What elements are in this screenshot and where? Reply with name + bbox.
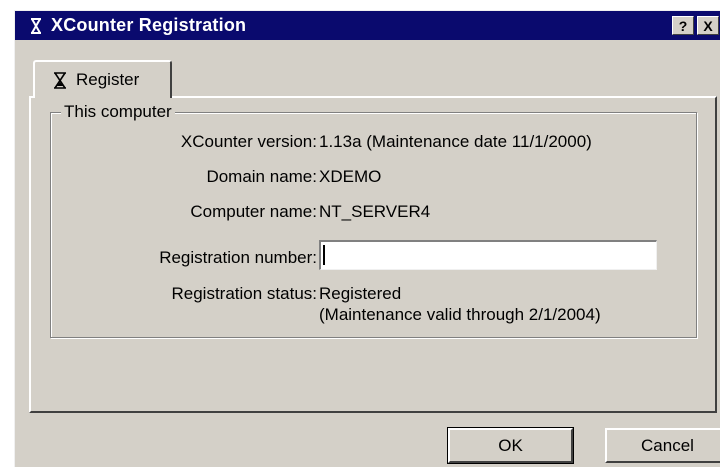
registration-number-label: Registration number: <box>159 248 317 267</box>
registration-dialog: XCounter Registration ? X Register This … <box>14 10 720 467</box>
version-label: XCounter version: <box>180 132 317 151</box>
ok-button[interactable]: OK <box>447 427 574 464</box>
tab-panel: This computer XCounter version: 1.13a (M… <box>29 96 717 413</box>
version-value: 1.13a (Maintenance date 11/1/2000) <box>319 132 592 151</box>
registration-number-input[interactable] <box>319 240 657 270</box>
hourglass-icon <box>29 17 43 35</box>
group-title: This computer <box>61 102 175 122</box>
tab-register[interactable]: Register <box>33 60 172 98</box>
window-title: XCounter Registration <box>51 15 247 35</box>
domain-value: XDEMO <box>319 167 382 186</box>
cancel-button[interactable]: Cancel <box>605 428 720 463</box>
registration-status-value: Registered <box>319 284 402 303</box>
tab-register-label: Register <box>76 70 140 89</box>
hourglass-icon <box>53 71 67 89</box>
help-button[interactable]: ? <box>672 16 694 35</box>
title-bar[interactable]: XCounter Registration ? X <box>15 11 720 40</box>
domain-label: Domain name: <box>206 167 317 186</box>
maintenance-valid-value: (Maintenance valid through 2/1/2004) <box>319 305 601 324</box>
computer-name-value: NT_SERVER4 <box>319 202 431 221</box>
registration-status-label: Registration status: <box>171 284 317 303</box>
computer-name-label: Computer name: <box>190 202 317 221</box>
text-caret <box>323 245 325 265</box>
this-computer-group: This computer XCounter version: 1.13a (M… <box>50 102 697 338</box>
close-button[interactable]: X <box>697 16 719 35</box>
